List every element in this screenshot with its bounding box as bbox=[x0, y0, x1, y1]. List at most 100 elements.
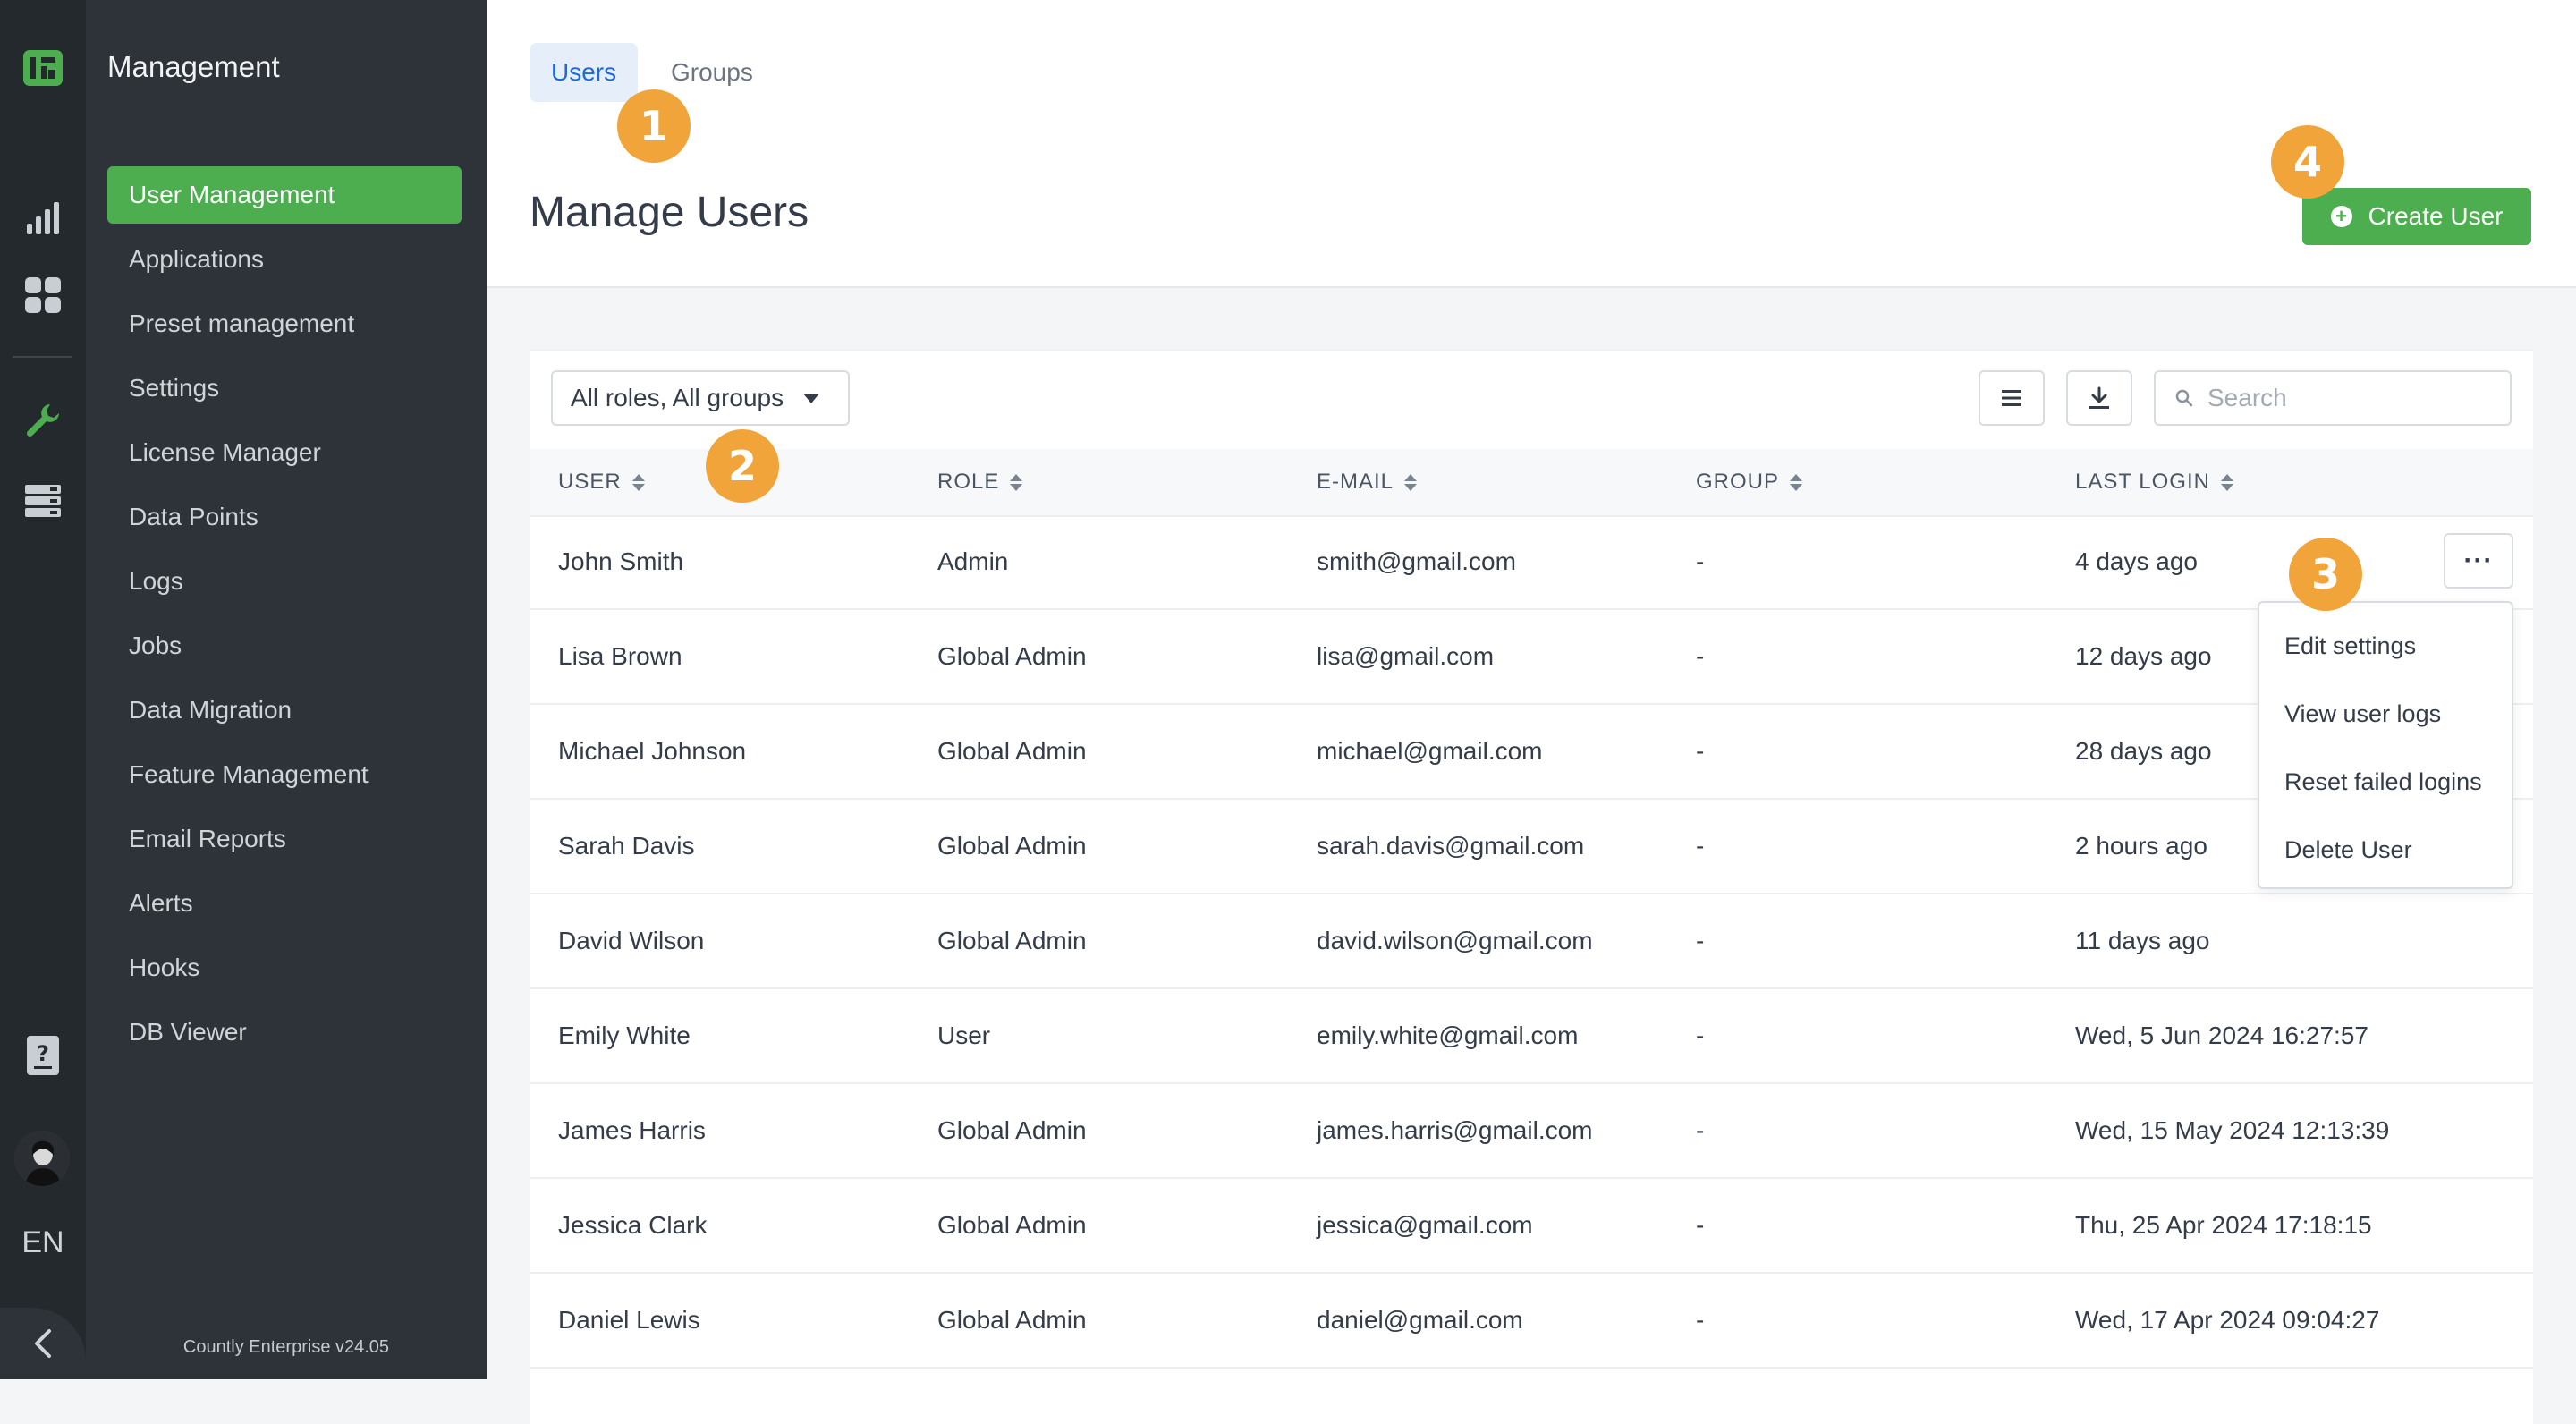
cell-user: David Wilson bbox=[558, 927, 705, 954]
table-row[interactable]: Emily White User emily.white@gmail.com -… bbox=[530, 989, 2533, 1084]
column-header-group[interactable]: GROUP bbox=[1696, 449, 1803, 515]
cell-last-login: 12 days ago bbox=[2075, 642, 2212, 670]
table-row[interactable]: Sarah Davis Global Admin sarah.davis@gma… bbox=[530, 800, 2533, 894]
sidebar-item-preset-management[interactable]: Preset management bbox=[107, 295, 462, 352]
sidebar-item-license-manager[interactable]: License Manager bbox=[107, 424, 462, 481]
sidebar-item-user-management[interactable]: User Management bbox=[107, 166, 462, 224]
collapse-sidebar-button[interactable] bbox=[0, 1308, 86, 1379]
cell-group: - bbox=[1696, 1116, 1705, 1144]
table-row[interactable]: Daniel Lewis Global Admin daniel@gmail.c… bbox=[530, 1274, 2533, 1369]
rail-divider bbox=[13, 356, 72, 358]
cell-email: jessica@gmail.com bbox=[1317, 1211, 1533, 1239]
column-header-label: E-MAIL bbox=[1317, 470, 1394, 494]
cell-role: Global Admin bbox=[937, 832, 1087, 860]
list-menu-icon bbox=[2002, 390, 2021, 406]
page-header: Users Groups Manage Users + Create User bbox=[487, 0, 2576, 288]
tab-users[interactable]: Users bbox=[530, 43, 639, 102]
analytics-bar-chart-icon[interactable] bbox=[21, 197, 64, 240]
sort-icon bbox=[1010, 473, 1023, 491]
column-header-role[interactable]: ROLE bbox=[937, 449, 1023, 515]
cell-user: Emily White bbox=[558, 1021, 691, 1049]
create-user-label: Create User bbox=[2368, 202, 2504, 230]
sidebar-item-logs[interactable]: Logs bbox=[107, 553, 462, 610]
cell-email: david.wilson@gmail.com bbox=[1317, 927, 1593, 954]
table-row[interactable]: James Harris Global Admin james.harris@g… bbox=[530, 1084, 2533, 1179]
ellipsis-icon: ··· bbox=[2463, 546, 2494, 575]
cell-email: sarah.davis@gmail.com bbox=[1317, 832, 1585, 860]
menu-item-delete-user[interactable]: Delete User bbox=[2259, 816, 2512, 884]
column-header-user[interactable]: USER bbox=[558, 449, 645, 515]
help-document-icon[interactable]: ? bbox=[21, 1034, 64, 1077]
callout-badge-2: 2 bbox=[706, 429, 779, 503]
dashboards-grid-icon[interactable] bbox=[21, 274, 64, 317]
cell-last-login: 4 days ago bbox=[2075, 547, 2198, 575]
sidebar-item-settings[interactable]: Settings bbox=[107, 360, 462, 417]
sidebar-item-alerts[interactable]: Alerts bbox=[107, 875, 462, 932]
caret-down-icon bbox=[803, 393, 820, 403]
cell-last-login: 11 days ago bbox=[2075, 927, 2210, 954]
column-header-last-login[interactable]: LAST LOGIN bbox=[2075, 449, 2233, 515]
sort-icon bbox=[1790, 473, 1803, 491]
menu-item-edit-settings[interactable]: Edit settings bbox=[2259, 612, 2512, 680]
management-sidebar: Management User Management Applications … bbox=[86, 0, 487, 1379]
sort-icon bbox=[1404, 473, 1418, 491]
icon-rail: ? EN bbox=[0, 0, 86, 1379]
sidebar-item-applications[interactable]: Applications bbox=[107, 231, 462, 288]
sidebar-item-email-reports[interactable]: Email Reports bbox=[107, 810, 462, 868]
export-button[interactable] bbox=[2066, 370, 2132, 426]
sidebar-item-hooks[interactable]: Hooks bbox=[107, 939, 462, 996]
sort-icon bbox=[631, 473, 645, 491]
search-box[interactable] bbox=[2154, 370, 2512, 426]
table-row[interactable]: John Smith Admin smith@gmail.com - 4 day… bbox=[530, 515, 2533, 610]
cell-user: James Harris bbox=[558, 1116, 706, 1144]
table-row[interactable]: Jessica Clark Global Admin jessica@gmail… bbox=[530, 1179, 2533, 1274]
data-manager-icon[interactable] bbox=[21, 479, 64, 522]
sidebar-title: Management bbox=[107, 50, 280, 83]
row-more-actions-button[interactable]: ··· bbox=[2444, 533, 2513, 589]
column-header-email[interactable]: E-MAIL bbox=[1317, 449, 1418, 515]
cell-user: Michael Johnson bbox=[558, 737, 747, 765]
table-row[interactable]: Lisa Brown Global Admin lisa@gmail.com -… bbox=[530, 610, 2533, 705]
cell-role: User bbox=[937, 1021, 991, 1049]
table-row[interactable]: Michael Johnson Global Admin michael@gma… bbox=[530, 705, 2533, 800]
sidebar-item-data-migration[interactable]: Data Migration bbox=[107, 682, 462, 739]
role-group-filter-select[interactable]: All roles, All groups bbox=[551, 370, 850, 426]
cell-group: - bbox=[1696, 927, 1705, 954]
sidebar-item-feature-management[interactable]: Feature Management bbox=[107, 746, 462, 803]
menu-item-view-user-logs[interactable]: View user logs bbox=[2259, 680, 2512, 748]
cell-group: - bbox=[1696, 832, 1705, 860]
cell-email: michael@gmail.com bbox=[1317, 737, 1543, 765]
download-icon bbox=[2089, 386, 2109, 409]
sidebar-item-jobs[interactable]: Jobs bbox=[107, 617, 462, 674]
filter-value: All roles, All groups bbox=[571, 384, 784, 411]
cell-user: Lisa Brown bbox=[558, 642, 682, 670]
cell-last-login: Thu, 25 Apr 2024 17:18:15 bbox=[2075, 1211, 2372, 1239]
cell-group: - bbox=[1696, 1211, 1705, 1239]
search-input[interactable] bbox=[2206, 383, 2504, 413]
countly-logo-icon[interactable] bbox=[21, 47, 64, 89]
cell-role: Global Admin bbox=[937, 1211, 1087, 1239]
column-header-label: GROUP bbox=[1696, 470, 1780, 494]
column-header-label: LAST LOGIN bbox=[2075, 470, 2210, 494]
table-body: John Smith Admin smith@gmail.com - 4 day… bbox=[530, 515, 2533, 1369]
cell-group: - bbox=[1696, 642, 1705, 670]
language-selector[interactable]: EN bbox=[0, 1225, 86, 1260]
management-wrench-icon[interactable] bbox=[21, 399, 64, 442]
cell-group: - bbox=[1696, 547, 1705, 575]
sidebar-item-db-viewer[interactable]: DB Viewer bbox=[107, 1004, 462, 1061]
cell-email: daniel@gmail.com bbox=[1317, 1306, 1523, 1334]
cell-email: james.harris@gmail.com bbox=[1317, 1116, 1593, 1144]
table-row[interactable]: David Wilson Global Admin david.wilson@g… bbox=[530, 894, 2533, 989]
cell-group: - bbox=[1696, 1306, 1705, 1334]
column-settings-button[interactable] bbox=[1979, 370, 2045, 426]
version-label: Countly Enterprise v24.05 bbox=[182, 1337, 390, 1357]
create-user-button[interactable]: + Create User bbox=[2302, 188, 2531, 245]
user-avatar[interactable] bbox=[14, 1131, 70, 1186]
sidebar-item-data-points[interactable]: Data Points bbox=[107, 488, 462, 546]
cell-role: Global Admin bbox=[937, 642, 1087, 670]
callout-badge-1: 1 bbox=[617, 89, 691, 163]
callout-badge-4: 4 bbox=[2271, 125, 2344, 199]
cell-last-login: Wed, 15 May 2024 12:13:39 bbox=[2075, 1116, 2390, 1144]
cell-group: - bbox=[1696, 1021, 1705, 1049]
menu-item-reset-failed-logins[interactable]: Reset failed logins bbox=[2259, 748, 2512, 816]
